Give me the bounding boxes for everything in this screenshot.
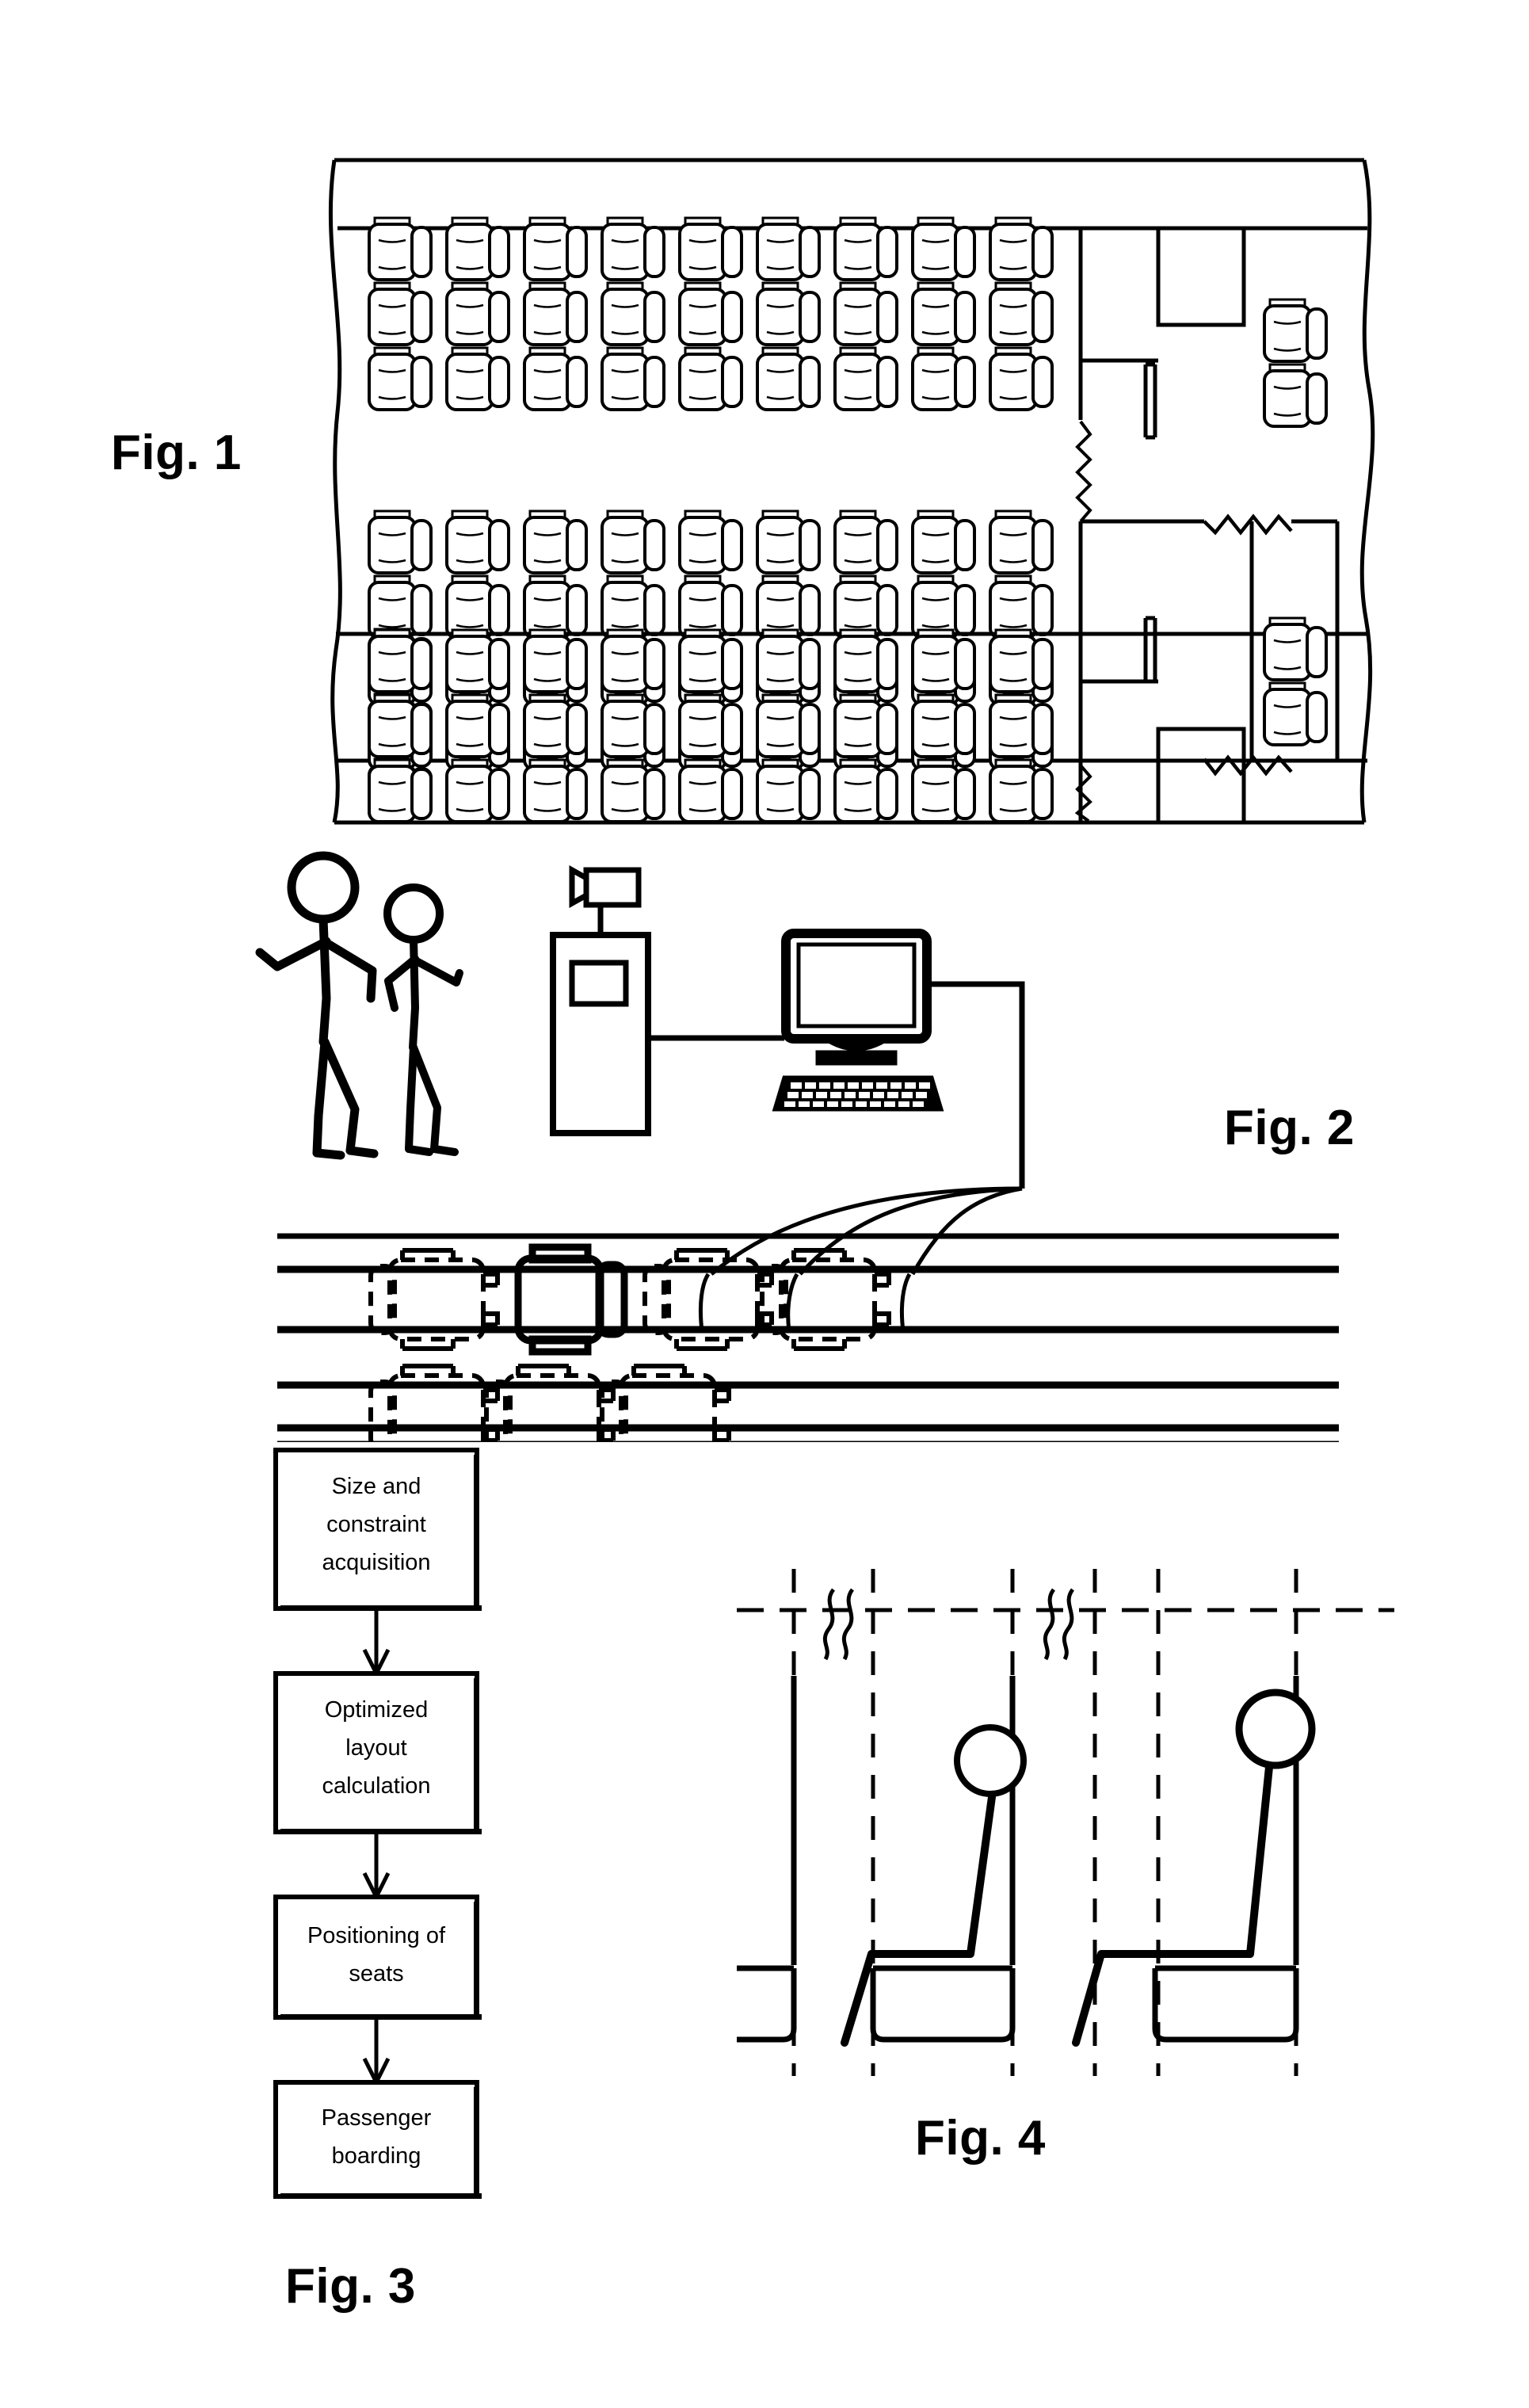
figure-2-label: Fig. 2 <box>1224 1101 1355 1155</box>
camera-icon <box>569 865 642 908</box>
flow-step-4-line1: Passenger <box>322 2105 432 2131</box>
passenger-figure-1 <box>255 851 379 1160</box>
flow-step-3-line1: Positioning of <box>307 1923 446 1948</box>
figure-2-measurement-system <box>255 851 1339 1442</box>
flow-connector-2 <box>362 1834 391 1902</box>
flow-step-4[interactable]: Passenger boarding <box>273 2080 482 2199</box>
aft-band-seats <box>368 628 1054 823</box>
flow-step-1[interactable]: Size and constraint acquisition <box>273 1448 482 1611</box>
flow-step-3-line2: seats <box>349 1961 403 1986</box>
flow-step-3[interactable]: Positioning of seats <box>273 1895 482 2020</box>
flow-step-2-line3: calculation <box>322 1773 430 1799</box>
passenger-head-right <box>1235 1689 1316 1769</box>
monitor-screen <box>796 942 917 1028</box>
flow-step-4-line2: boarding <box>332 2143 421 2169</box>
computer-to-rail-cable <box>927 981 1025 1189</box>
figure-4-seat-pitch-elevation <box>737 1569 1394 2076</box>
patent-drawing-sheet: Fig. 1 Fig. 2 Size and constraint acquis… <box>0 0 1529 2408</box>
break-symbol-2 <box>1043 1588 1075 1661</box>
flow-connector-1 <box>362 1611 391 1678</box>
aft-galley-lavatory <box>1078 616 1246 825</box>
flow-step-2[interactable]: Optimized layout calculation <box>273 1671 482 1834</box>
figure-4-label: Fig. 4 <box>915 2111 1046 2166</box>
flow-step-1-line1: Size and <box>332 1474 421 1499</box>
figure-1-label: Fig. 1 <box>111 426 242 480</box>
seat-passenger-right <box>1072 1676 1316 2047</box>
flow-step-1-line3: acquisition <box>322 1550 430 1575</box>
figure-3-flowchart: Size and constraint acquisition Optimize… <box>273 1448 482 2199</box>
keyboard[interactable] <box>772 1075 944 1112</box>
passenger-figure-2 <box>383 883 463 1156</box>
figure-1-aft-seats <box>368 616 1328 825</box>
figure-3-label: Fig. 3 <box>285 2259 416 2314</box>
flow-connector-3 <box>362 2020 391 2087</box>
scanner-kiosk[interactable] <box>550 906 651 1136</box>
computer-monitor[interactable] <box>781 929 932 1066</box>
aft-crew-seats <box>1263 616 1328 746</box>
monitor-stand <box>815 1050 898 1066</box>
flow-step-2-line1: Optimized <box>325 1697 429 1723</box>
flow-step-2-line2: layout <box>345 1735 406 1761</box>
seat-cushion-left <box>737 1676 797 2043</box>
break-symbol-1 <box>822 1588 855 1661</box>
flow-step-1-line2: constraint <box>326 1512 426 1537</box>
kiosk-display <box>569 960 629 1007</box>
passenger-head-middle <box>954 1724 1027 1797</box>
